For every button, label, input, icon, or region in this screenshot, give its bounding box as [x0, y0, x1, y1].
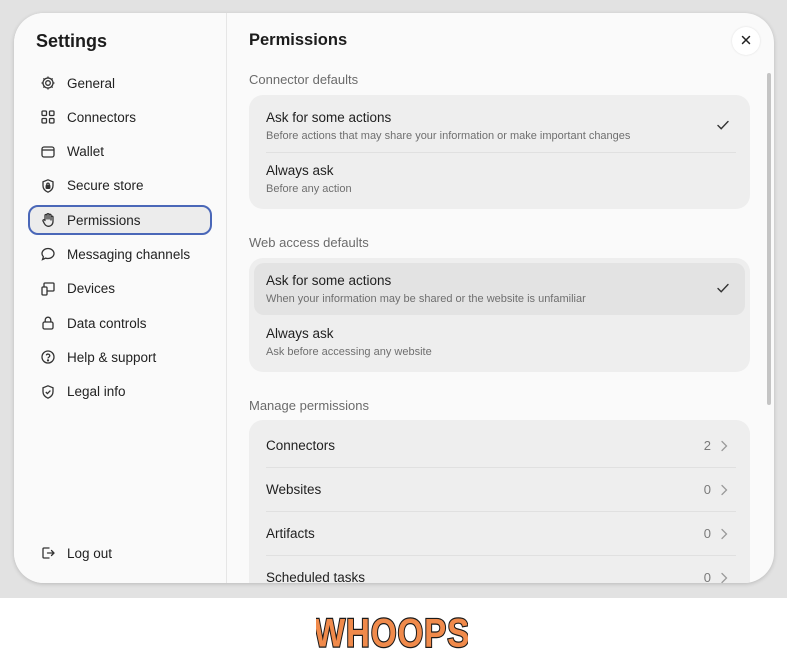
- option-title: Ask for some actions: [266, 273, 392, 288]
- option-description: Before actions that may share your infor…: [266, 130, 631, 142]
- sidebar: Settings General Connectors Wallet Secur…: [14, 13, 227, 583]
- wallet-icon: [40, 144, 56, 160]
- sidebar-item-permissions[interactable]: Permissions: [28, 205, 212, 236]
- web-access-defaults-label: Web access defaults: [249, 235, 369, 250]
- logo-text: WHOOPS: [316, 611, 468, 653]
- sidebar-item-label: Data controls: [67, 315, 147, 331]
- row-count: 2: [703, 438, 711, 453]
- connector-defaults-label: Connector defaults: [249, 72, 359, 87]
- chevron-right-icon: [721, 440, 728, 451]
- option-title: Always ask: [266, 163, 334, 178]
- sidebar-item-label: Legal info: [67, 384, 126, 400]
- logout-label: Log out: [67, 545, 113, 561]
- connector-defaults-card: Ask for some actions Before actions that…: [249, 95, 750, 209]
- grid-icon: [40, 109, 56, 125]
- sidebar-item-label: Permissions: [67, 212, 141, 228]
- sidebar-item-devices[interactable]: Devices: [28, 274, 212, 304]
- chat-bubble-icon: [40, 246, 56, 262]
- row-label: Artifacts: [266, 526, 315, 541]
- chevron-right-icon: [721, 572, 728, 583]
- scrollbar[interactable]: [767, 73, 771, 405]
- lock-icon: [40, 315, 56, 331]
- manage-permissions-label: Manage permissions: [249, 398, 369, 413]
- manage-row-connectors[interactable]: Connectors 2: [249, 424, 750, 467]
- sidebar-item-legal-info[interactable]: Legal info: [28, 377, 212, 407]
- chevron-right-icon: [721, 484, 728, 495]
- sidebar-nav: General Connectors Wallet Secure store P…: [28, 68, 212, 411]
- shield-lock-icon: [40, 178, 56, 194]
- sidebar-item-secure-store[interactable]: Secure store: [28, 171, 212, 201]
- manage-row-artifacts[interactable]: Artifacts 0: [249, 512, 750, 555]
- checkmark-icon: [716, 118, 730, 132]
- sidebar-item-label: Secure store: [67, 178, 144, 194]
- manage-permissions-card: Connectors 2 Websites 0 Artifacts 0 Sche…: [249, 420, 750, 583]
- logout-icon: [40, 545, 56, 561]
- page-title: Permissions: [249, 31, 348, 49]
- row-label: Connectors: [266, 438, 336, 453]
- manage-row-websites[interactable]: Websites 0: [249, 468, 750, 511]
- sidebar-item-label: Devices: [67, 281, 116, 297]
- close-icon: [741, 32, 751, 50]
- devices-icon: [40, 281, 56, 297]
- sidebar-item-help-support[interactable]: Help & support: [28, 342, 212, 372]
- sidebar-item-label: Wallet: [67, 144, 105, 160]
- web-option-always-ask[interactable]: Always ask Ask before accessing any webs…: [249, 316, 750, 368]
- connector-option-always-ask[interactable]: Always ask Before any action: [249, 153, 750, 205]
- settings-window: Settings General Connectors Wallet Secur…: [14, 13, 774, 583]
- close-button[interactable]: [732, 27, 760, 55]
- web-access-defaults-card: Ask for some actions When your informati…: [249, 258, 750, 372]
- permissions-panel: Permissions Connector defaults Ask for s…: [227, 13, 774, 583]
- sidebar-item-label: General: [67, 75, 116, 91]
- shield-check-icon: [40, 384, 56, 400]
- checkmark-icon: [716, 281, 730, 295]
- sidebar-item-wallet[interactable]: Wallet: [28, 137, 212, 167]
- option-title: Ask for some actions: [266, 110, 392, 125]
- sidebar-item-general[interactable]: General: [28, 68, 212, 98]
- sidebar-title: Settings: [36, 31, 108, 51]
- logout-button[interactable]: Log out: [28, 538, 212, 568]
- sidebar-item-connectors[interactable]: Connectors: [28, 102, 212, 132]
- manage-row-scheduled-tasks[interactable]: Scheduled tasks 0: [249, 556, 750, 583]
- gear-icon: [40, 75, 56, 91]
- option-title: Always ask: [266, 326, 334, 341]
- hand-icon: [40, 212, 56, 228]
- web-option-ask-some[interactable]: Ask for some actions When your informati…: [254, 263, 745, 315]
- chevron-right-icon: [721, 528, 728, 539]
- row-label: Websites: [266, 482, 322, 497]
- whoops-logo: WHOOPS: [316, 609, 468, 653]
- sidebar-item-label: Messaging channels: [67, 246, 191, 262]
- sidebar-item-label: Connectors: [67, 109, 137, 125]
- option-description: Ask before accessing any website: [266, 346, 432, 358]
- row-count: 0: [703, 482, 711, 497]
- option-description: When your information may be shared or t…: [266, 293, 586, 305]
- row-count: 0: [703, 570, 711, 583]
- sidebar-item-messaging-channels[interactable]: Messaging channels: [28, 239, 212, 269]
- help-circle-icon: [40, 349, 56, 365]
- sidebar-item-data-controls[interactable]: Data controls: [28, 308, 212, 338]
- connector-option-ask-some[interactable]: Ask for some actions Before actions that…: [249, 100, 750, 152]
- option-description: Before any action: [266, 183, 352, 195]
- sidebar-item-label: Help & support: [67, 349, 157, 365]
- row-label: Scheduled tasks: [266, 570, 366, 583]
- row-count: 0: [703, 526, 711, 541]
